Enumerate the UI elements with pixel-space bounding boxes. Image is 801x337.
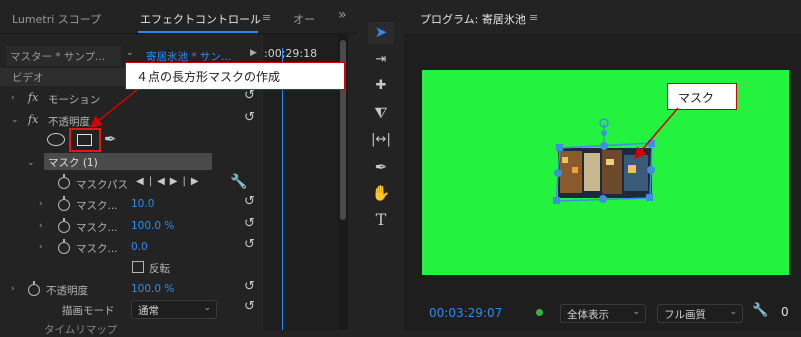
- status-dot: [536, 309, 543, 316]
- blend-mode-value: 通常: [138, 305, 159, 317]
- play-only-icon[interactable]: ▶: [250, 48, 257, 58]
- mask-path-label: マスクパス: [76, 179, 128, 191]
- mask-vertex[interactable]: [556, 144, 563, 151]
- expand-chevron-icon[interactable]: ›: [11, 93, 15, 103]
- mask-name: マスク (1): [48, 157, 98, 169]
- track-select-tool-icon[interactable]: ⇥: [368, 52, 394, 72]
- hand-tool-icon[interactable]: ✋: [368, 184, 394, 204]
- ripple-edit-tool-icon[interactable]: ✚: [368, 78, 394, 98]
- track-forward-frame-icon[interactable]: |▶: [182, 176, 203, 187]
- pen-tool-icon[interactable]: ✒: [368, 158, 394, 178]
- invert-checkbox[interactable]: [132, 261, 144, 273]
- tabs-overflow-icon[interactable]: »: [338, 7, 347, 23]
- mask-row-highlight[interactable]: マスク (1): [44, 153, 212, 170]
- callout-rectangle-mask: ４点の長方形マスクの作成: [125, 62, 345, 90]
- chevron-down-icon: ⌄: [632, 307, 640, 317]
- fx-icon[interactable]: fx: [28, 113, 38, 126]
- expand-chevron-icon[interactable]: ›: [39, 221, 43, 231]
- wrench-icon[interactable]: 🔧: [752, 303, 768, 318]
- callout-arrow: [89, 88, 139, 128]
- tab-effect-controls[interactable]: エフェクトコントロール: [140, 11, 261, 27]
- active-tab-indicator: [138, 31, 258, 33]
- panel-tab-bar: Lumetri スコープ エフェクトコントロール ≡ オー »: [0, 0, 358, 34]
- type-tool-icon[interactable]: T: [368, 210, 394, 230]
- reset-icon[interactable]: ↺: [244, 194, 255, 209]
- clip-timecode: :00;29:18: [264, 47, 318, 60]
- tab-other[interactable]: オー: [293, 11, 315, 27]
- marker-count: 0: [781, 305, 789, 319]
- stopwatch-icon[interactable]: [58, 239, 70, 254]
- chevron-down-icon[interactable]: ⌄: [126, 48, 134, 58]
- expand-chevron-icon[interactable]: ›: [39, 199, 43, 209]
- mask-midpoint-handle[interactable]: [599, 195, 607, 203]
- reset-icon[interactable]: ↺: [244, 88, 255, 103]
- program-monitor-header: プログラム: 寄居氷池 ≡: [404, 0, 801, 34]
- reset-icon[interactable]: ↺: [244, 299, 255, 314]
- mask-feather-label: マスク...: [76, 200, 118, 212]
- track-forward-icon[interactable]: ▶: [170, 176, 183, 187]
- mask-handle[interactable]: [601, 130, 607, 136]
- expand-chevron-icon[interactable]: ›: [11, 284, 15, 294]
- reset-icon[interactable]: ↺: [244, 110, 255, 125]
- master-clip-label[interactable]: マスター * サンプ...: [6, 46, 121, 66]
- collapse-chevron-icon[interactable]: ⌄: [27, 158, 35, 168]
- slip-tool-icon[interactable]: |↔|: [368, 132, 394, 152]
- panel-menu-icon[interactable]: ≡: [262, 11, 271, 24]
- ellipse-mask-icon[interactable]: [47, 133, 65, 146]
- mask-midpoint-handle[interactable]: [554, 169, 562, 177]
- fit-select[interactable]: 全体表示 ⌄: [560, 304, 646, 323]
- track-backward-icon[interactable]: ◀: [157, 176, 170, 187]
- mask-vertex[interactable]: [646, 194, 653, 201]
- collapse-chevron-icon[interactable]: ⌄: [11, 115, 19, 125]
- track-mask-controls: ◀|◀▶|▶: [136, 176, 204, 187]
- chevron-down-icon: ⌄: [729, 307, 737, 317]
- callout-arrow: [634, 107, 679, 160]
- selection-tool-icon[interactable]: ➤: [368, 23, 394, 43]
- expand-chevron-icon[interactable]: ›: [39, 242, 43, 252]
- reset-icon[interactable]: ↺: [244, 279, 255, 294]
- invert-label: 反転: [149, 263, 170, 275]
- mask-expansion-label: マスク...: [76, 243, 118, 255]
- monitor-menu-icon[interactable]: ≡: [529, 11, 538, 24]
- program-monitor-title[interactable]: プログラム: 寄居氷池: [420, 11, 526, 27]
- opacity-value[interactable]: 100.0 %: [131, 283, 174, 295]
- track-back-frame-icon[interactable]: ◀|: [136, 176, 157, 187]
- mask-opacity-value[interactable]: 100.0 %: [131, 220, 174, 232]
- fx-icon[interactable]: fx: [28, 91, 38, 104]
- reset-icon[interactable]: ↺: [244, 237, 255, 252]
- blend-mode-label: 描画モード: [62, 305, 115, 317]
- stopwatch-icon[interactable]: [58, 196, 70, 211]
- mask-opacity-label: マスク...: [76, 222, 118, 234]
- chevron-down-icon: ⌄: [203, 303, 211, 313]
- razor-tool-icon[interactable]: ⧨: [368, 104, 394, 124]
- playhead[interactable]: [282, 48, 283, 330]
- wrench-icon[interactable]: 🔧: [230, 174, 247, 190]
- fit-select-value: 全体表示: [567, 309, 609, 321]
- mask-vertex[interactable]: [553, 197, 560, 204]
- reset-icon[interactable]: ↺: [244, 216, 255, 231]
- opacity-value-label: 不透明度: [46, 285, 88, 297]
- mask-expansion-value[interactable]: 0.0: [131, 241, 148, 253]
- video-section-label: ビデオ: [12, 72, 44, 84]
- quality-select[interactable]: フル画質 ⌄: [657, 304, 743, 323]
- program-timecode[interactable]: 00:03:29:07: [429, 306, 502, 320]
- stopwatch-icon[interactable]: [58, 174, 70, 189]
- stopwatch-icon[interactable]: [28, 281, 40, 296]
- mask-midpoint-handle[interactable]: [647, 166, 655, 174]
- blend-mode-select[interactable]: 通常 ⌄: [131, 300, 217, 319]
- mask-feather-value[interactable]: 10.0: [131, 198, 154, 210]
- stopwatch-icon[interactable]: [58, 218, 70, 233]
- mask-midpoint-handle[interactable]: [600, 142, 608, 150]
- tab-lumetri-scopes[interactable]: Lumetri スコープ: [12, 11, 101, 27]
- quality-select-value: フル画質: [664, 309, 706, 321]
